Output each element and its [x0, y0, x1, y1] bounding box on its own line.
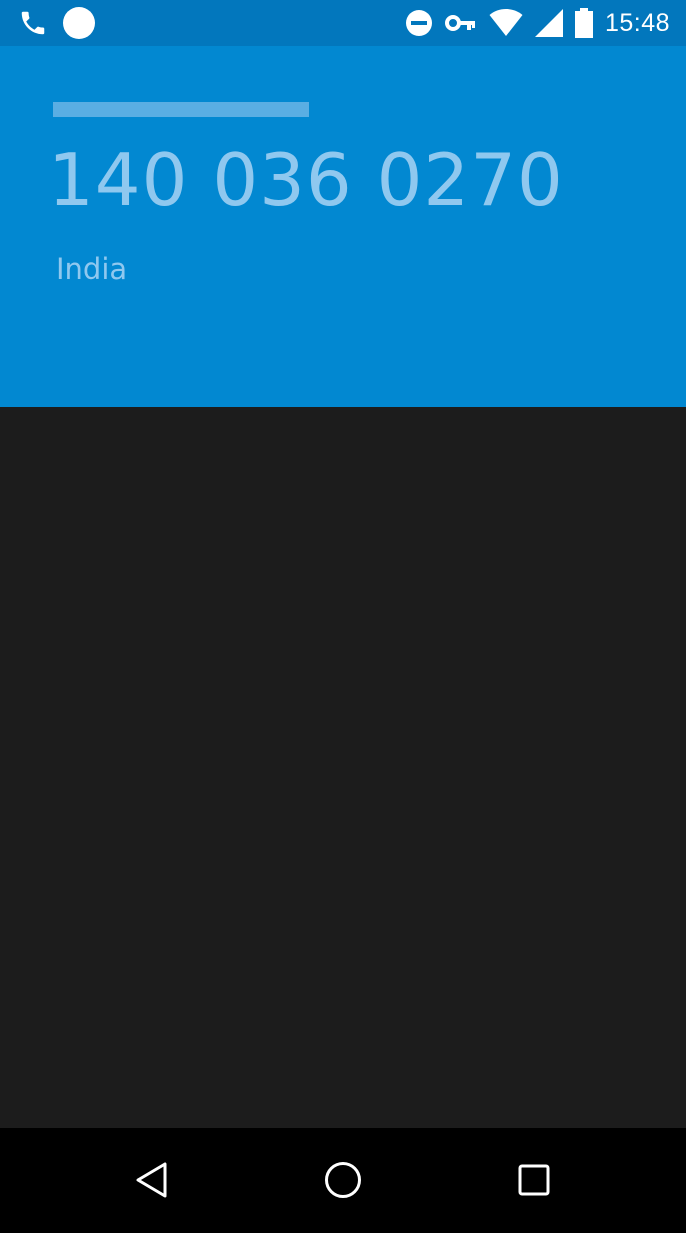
- wifi-icon: [489, 9, 523, 37]
- home-icon: [323, 1160, 363, 1204]
- status-bar: 15:48: [0, 0, 686, 46]
- status-bar-left: [18, 7, 96, 39]
- call-body: [0, 407, 686, 1128]
- notification-dot-icon: [62, 6, 96, 40]
- cellular-signal-icon: [534, 9, 563, 37]
- phone-call-icon: [18, 8, 48, 38]
- do-not-disturb-icon: [405, 9, 433, 37]
- back-button[interactable]: [124, 1154, 180, 1210]
- back-icon: [134, 1161, 170, 1203]
- caller-location: India: [56, 252, 128, 286]
- caller-phone-number: 140 036 0270: [48, 138, 564, 222]
- in-call-screen: 15:48 140 036 0270 India: [0, 0, 686, 1233]
- recents-icon: [517, 1163, 551, 1201]
- vpn-key-icon: [444, 12, 477, 34]
- recents-button[interactable]: [506, 1154, 562, 1210]
- status-time: 15:48: [604, 8, 670, 37]
- status-bar-right: 15:48: [405, 7, 670, 39]
- home-button[interactable]: [315, 1154, 371, 1210]
- battery-icon: [574, 8, 593, 38]
- navigation-bar: [0, 1128, 686, 1233]
- call-info-header: 140 036 0270 India: [0, 46, 686, 407]
- caller-name-placeholder: [53, 102, 309, 117]
